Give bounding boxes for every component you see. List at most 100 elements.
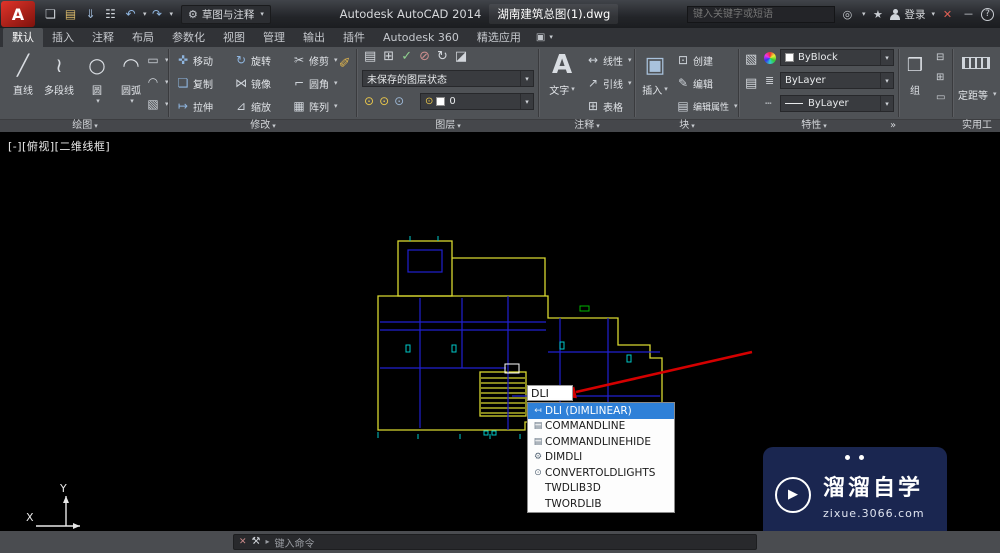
command-line-field[interactable]: ✕ ⚒ ▸ 键入命令 bbox=[233, 534, 757, 550]
group-edit-icon[interactable]: ⊞ bbox=[936, 73, 944, 83]
autocomplete-item[interactable]: ⊙ CONVERTOLDLIGHTS bbox=[528, 465, 674, 481]
rotate-tool[interactable]: ↻ 旋转 bbox=[234, 51, 271, 69]
lineweight-caret-icon[interactable]: ▾ bbox=[880, 73, 893, 88]
edit-attributes-caret-icon: ▾ bbox=[734, 102, 738, 110]
autocomplete-item[interactable]: TWORDLIB bbox=[528, 496, 674, 512]
object-color-caret-icon[interactable]: ▾ bbox=[880, 50, 893, 65]
draw-extra-3[interactable]: ▧ ▾ bbox=[146, 95, 168, 113]
tab-layout[interactable]: 布局 bbox=[123, 28, 163, 47]
linear-dimension-tool[interactable]: ↔ 线性 ▾ bbox=[586, 51, 632, 69]
print-icon[interactable]: ☷ bbox=[101, 5, 120, 24]
tab-featured-apps[interactable]: 精选应用 bbox=[468, 28, 530, 47]
tab-manage[interactable]: 管理 bbox=[254, 28, 294, 47]
create-block-tool[interactable]: ⊡ 创建 bbox=[676, 51, 713, 69]
layer-new-icon[interactable]: ◪ bbox=[455, 50, 467, 63]
undo-icon[interactable]: ↶ bbox=[121, 5, 140, 24]
current-layer-combobox[interactable]: ⊙ 0 ▾ bbox=[420, 93, 534, 110]
minimize-icon[interactable]: － bbox=[960, 6, 977, 22]
insert-block-tool[interactable]: ▣ 插入 ▾ bbox=[638, 49, 672, 98]
redo-icon[interactable]: ↷ bbox=[148, 5, 167, 24]
circle-tool[interactable]: ○ 圆 ▾ bbox=[80, 49, 114, 105]
new-file-icon[interactable]: ❏ bbox=[41, 5, 60, 24]
fillet-tool[interactable]: ⌐ 圆角 ▾ bbox=[292, 74, 338, 92]
autocomplete-item[interactable]: ↤ DLI (DIMLINEAR) bbox=[528, 403, 674, 419]
linetype-caret-icon[interactable]: ▾ bbox=[880, 96, 893, 111]
tab-home[interactable]: 默认 bbox=[3, 28, 43, 47]
draw-extra-2[interactable]: ◠ ▾ bbox=[146, 73, 169, 91]
exchange-close-icon[interactable]: ✕ bbox=[939, 8, 956, 21]
text-tool[interactable]: A 文字 ▾ bbox=[544, 49, 580, 97]
tab-autodesk360[interactable]: Autodesk 360 bbox=[374, 28, 468, 47]
table-label: 表格 bbox=[603, 102, 623, 114]
command-prompt-text: 键入命令 bbox=[274, 538, 315, 550]
tab-view[interactable]: 视图 bbox=[214, 28, 254, 47]
stretch-tool[interactable]: ↦ 拉伸 bbox=[176, 97, 213, 115]
open-file-icon[interactable]: ▤ bbox=[61, 5, 80, 24]
match-props-icon[interactable]: ▧ bbox=[745, 53, 757, 66]
tab-insert[interactable]: 插入 bbox=[43, 28, 83, 47]
layer-off-icon[interactable]: ⊘ bbox=[419, 50, 430, 63]
autocomplete-item[interactable]: ▤ COMMANDLINEHIDE bbox=[528, 434, 674, 450]
layer-properties-icon[interactable]: ▤ bbox=[364, 50, 376, 63]
draw-extra-1[interactable]: ▭ ▾ bbox=[146, 51, 168, 69]
undo-caret-icon[interactable]: ▾ bbox=[143, 10, 147, 18]
line-tool[interactable]: ╱ 直线 bbox=[6, 49, 40, 97]
measure-caret-icon: ▾ bbox=[993, 90, 997, 98]
group-tool[interactable]: ❒ 组 bbox=[900, 49, 930, 98]
layer-grid-icon[interactable]: ⊞ bbox=[383, 50, 394, 63]
group-bbox-icon[interactable]: ▭ bbox=[936, 93, 945, 103]
edit-attributes-tool[interactable]: ▤ 编辑属性 ▾ bbox=[676, 97, 738, 115]
command-input[interactable] bbox=[527, 385, 573, 401]
layer-freeze-bulb-icon[interactable]: ⊙ bbox=[379, 95, 389, 107]
search-input[interactable] bbox=[686, 5, 835, 23]
layer-refresh-icon[interactable]: ↻ bbox=[437, 50, 448, 63]
autocad-logo-icon[interactable]: A bbox=[1, 1, 35, 27]
mirror-tool[interactable]: ⋈ 镜像 bbox=[234, 74, 271, 92]
lineweight-combobox[interactable]: ByLayer ▾ bbox=[780, 72, 894, 89]
table-tool[interactable]: ⊞ 表格 bbox=[586, 97, 623, 115]
measure-ruler-icon[interactable] bbox=[962, 57, 990, 69]
workspace-switcher[interactable]: ⚙ 草图与注释 ▾ bbox=[181, 4, 271, 24]
autocomplete-item[interactable]: ⚙ DIMDLI bbox=[528, 450, 674, 466]
layer-check-icon[interactable]: ✓ bbox=[401, 50, 412, 63]
save-icon[interactable]: ⇓ bbox=[81, 5, 100, 24]
ribbon-options-icon[interactable]: ▣ bbox=[536, 33, 545, 43]
leader-tool[interactable]: ↗ 引线 ▾ bbox=[586, 74, 632, 92]
search-binoculars-icon[interactable]: ◎ bbox=[839, 8, 856, 21]
properties-list-icon[interactable]: ▤ bbox=[745, 77, 757, 90]
signin-caret-icon[interactable]: ▾ bbox=[931, 10, 935, 18]
move-tool[interactable]: ✜ 移动 bbox=[176, 51, 213, 69]
object-color-combobox[interactable]: ByBlock ▾ bbox=[780, 49, 894, 66]
favorites-star-icon[interactable]: ★ bbox=[869, 8, 886, 21]
ribbon-minimize-caret-icon[interactable]: ▾ bbox=[549, 33, 553, 41]
close-command-icon[interactable]: ✕ bbox=[239, 537, 247, 547]
layer-lock-icon[interactable]: ⊙ bbox=[394, 95, 404, 107]
user-person-icon[interactable] bbox=[890, 8, 901, 20]
array-tool[interactable]: ▦ 阵列 ▾ bbox=[292, 97, 337, 115]
tab-parametric[interactable]: 参数化 bbox=[163, 28, 214, 47]
match-properties-icon[interactable]: ✎ bbox=[338, 56, 354, 68]
arc-tool[interactable]: ◠ 圆弧 ▾ bbox=[114, 49, 148, 105]
edit-block-tool[interactable]: ✎ 编辑 bbox=[676, 74, 713, 92]
tab-plugins[interactable]: 插件 bbox=[334, 28, 374, 47]
layer-state-combobox[interactable]: 未保存的图层状态 ▾ bbox=[362, 70, 534, 87]
search-caret-icon[interactable]: ▾ bbox=[862, 10, 866, 18]
redo-caret-icon[interactable]: ▾ bbox=[170, 10, 174, 18]
sign-in-label[interactable]: 登录 bbox=[904, 7, 925, 22]
ungroup-icon[interactable]: ⊟ bbox=[936, 53, 944, 63]
scale-tool[interactable]: ⊿ 缩放 bbox=[234, 97, 271, 115]
tab-output[interactable]: 输出 bbox=[294, 28, 334, 47]
autocomplete-item[interactable]: TWDLIB3D bbox=[528, 481, 674, 497]
linetype-combobox[interactable]: ByLayer ▾ bbox=[780, 95, 894, 112]
measure-tool[interactable]: 定距等 ▾ bbox=[958, 85, 997, 103]
layer-on-bulb-icon[interactable]: ⊙ bbox=[364, 95, 374, 107]
tab-annotate[interactable]: 注释 bbox=[83, 28, 123, 47]
copy-tool[interactable]: ❏ 复制 bbox=[176, 74, 213, 92]
trim-tool[interactable]: ✂ 修剪 ▾ bbox=[292, 51, 338, 69]
autocomplete-item[interactable]: ▤ COMMANDLINE bbox=[528, 419, 674, 435]
customize-wrench-icon[interactable]: ⚒ bbox=[252, 537, 261, 547]
current-layer-caret-icon[interactable]: ▾ bbox=[520, 94, 533, 109]
polyline-tool[interactable]: ≀ 多段线 bbox=[42, 49, 76, 97]
layer-state-caret-icon[interactable]: ▾ bbox=[520, 71, 533, 86]
help-icon[interactable]: ? bbox=[981, 7, 994, 21]
